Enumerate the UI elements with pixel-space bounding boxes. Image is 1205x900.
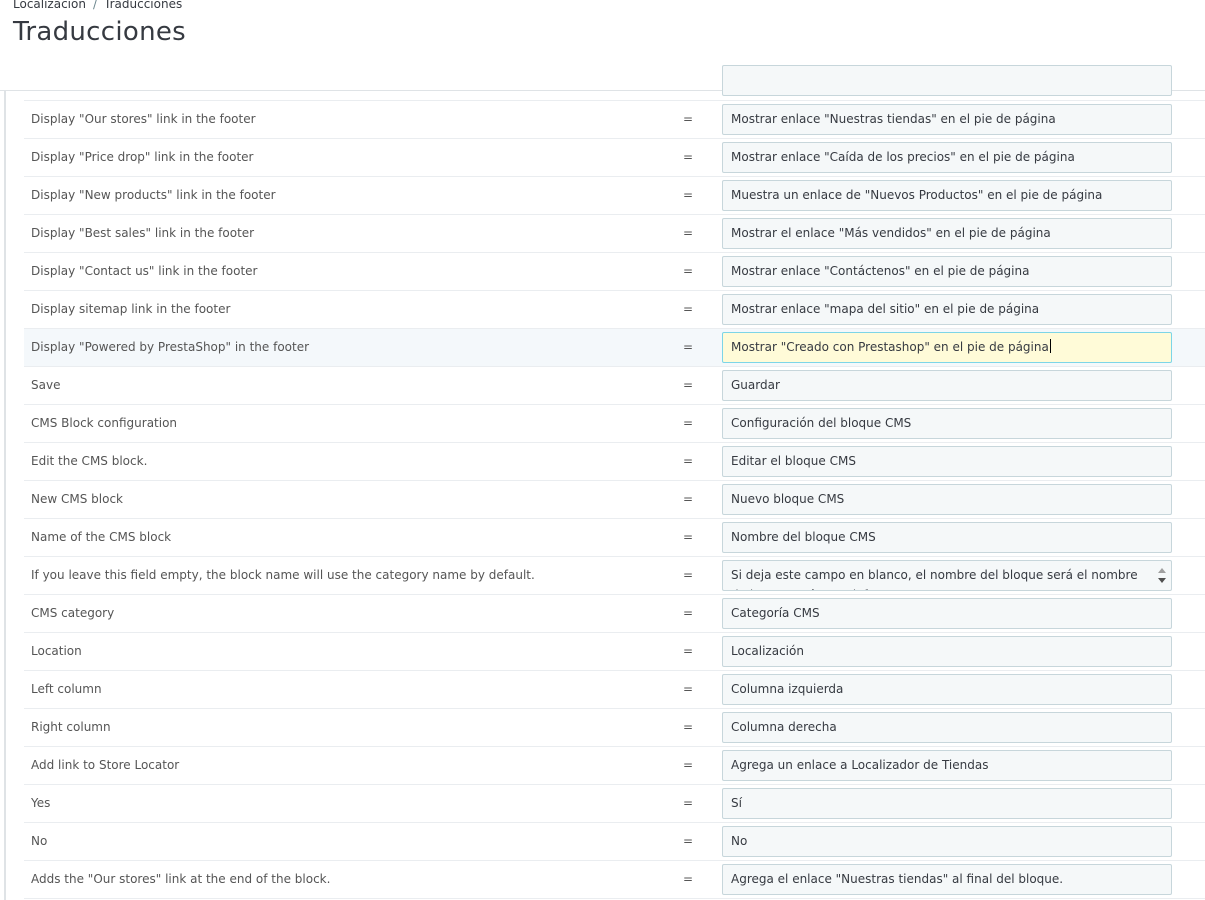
equals-sign: = [683, 378, 694, 392]
translation-row: CMS Block configuration = Configuración … [24, 405, 1205, 443]
breadcrumb-item-localization[interactable]: Localización [13, 0, 86, 11]
source-string: Display "New products" link in the foote… [31, 188, 276, 202]
translation-input[interactable]: Muestra un enlace de "Nuevos Productos" … [722, 180, 1172, 211]
translation-input[interactable]: Columna izquierda [722, 674, 1172, 705]
source-string: Display "Our stores" link in the footer [31, 112, 256, 126]
translation-row: Display "Best sales" link in the footer … [24, 215, 1205, 253]
translation-row [24, 65, 1205, 101]
scroll-down-arrow-icon[interactable] [1158, 578, 1166, 583]
translation-row: Display "Our stores" link in the footer … [24, 101, 1205, 139]
source-string: Display "Price drop" link in the footer [31, 150, 254, 164]
translation-row: Location = Localización [24, 633, 1205, 671]
translation-textarea-value: Si deja este campo en blanco, el nombre … [731, 568, 1138, 590]
equals-sign: = [683, 340, 694, 354]
equals-sign: = [683, 264, 694, 278]
translation-row-active: Display "Powered by PrestaShop" in the f… [24, 329, 1205, 367]
equals-sign: = [683, 834, 694, 848]
source-string: CMS category [31, 606, 115, 620]
source-string: Left column [31, 682, 102, 696]
equals-sign: = [683, 188, 694, 202]
source-string: Right column [31, 720, 111, 734]
source-string: New CMS block [31, 492, 123, 506]
equals-sign: = [683, 796, 694, 810]
source-string: Display "Powered by PrestaShop" in the f… [31, 340, 310, 354]
translation-input[interactable]: Localización [722, 636, 1172, 667]
translation-input[interactable]: Agrega el enlace "Nuestras tiendas" al f… [722, 864, 1172, 895]
equals-sign: = [683, 682, 694, 696]
translation-input-value: Mostrar "Creado con Prestashop" en el pi… [731, 340, 1049, 354]
translation-row: Yes = Sí [24, 785, 1205, 823]
translation-input[interactable]: Columna derecha [722, 712, 1172, 743]
translation-input-focused[interactable]: Mostrar "Creado con Prestashop" en el pi… [722, 332, 1172, 363]
equals-sign: = [683, 644, 694, 658]
panel-left-border [4, 91, 6, 900]
translation-row: Right column = Columna derecha [24, 709, 1205, 747]
equals-sign: = [683, 568, 694, 582]
equals-sign: = [683, 530, 694, 544]
translations-table: Display "Our stores" link in the footer … [24, 65, 1205, 899]
translation-row: New CMS block = Nuevo bloque CMS [24, 481, 1205, 519]
source-string: Edit the CMS block. [31, 454, 148, 468]
source-string: Save [31, 378, 61, 392]
translation-row: No = No [24, 823, 1205, 861]
page-title: Traducciones [13, 17, 187, 47]
translation-row: Edit the CMS block. = Editar el bloque C… [24, 443, 1205, 481]
source-string: Display sitemap link in the footer [31, 302, 231, 316]
source-string: Name of the CMS block [31, 530, 172, 544]
equals-sign: = [683, 454, 694, 468]
translation-input[interactable]: Agrega un enlace a Localizador de Tienda… [722, 750, 1172, 781]
translation-row: Left column = Columna izquierda [24, 671, 1205, 709]
translation-row: Display sitemap link in the footer = Mos… [24, 291, 1205, 329]
translation-input[interactable]: Nombre del bloque CMS [722, 522, 1172, 553]
source-string: No [31, 834, 48, 848]
source-string: CMS Block configuration [31, 416, 178, 430]
translation-input[interactable]: Mostrar enlace "Caída de los precios" en… [722, 142, 1172, 173]
translation-row: Save = Guardar [24, 367, 1205, 405]
translation-row: Adds the "Our stores" link at the end of… [24, 861, 1205, 899]
source-string: Yes [31, 796, 51, 810]
breadcrumb-separator: / [92, 0, 98, 11]
translation-row: Add link to Store Locator = Agrega un en… [24, 747, 1205, 785]
equals-sign: = [683, 226, 694, 240]
translation-row: Name of the CMS block = Nombre del bloqu… [24, 519, 1205, 557]
equals-sign: = [683, 606, 694, 620]
translation-input[interactable] [722, 65, 1172, 96]
translation-input[interactable]: Mostrar enlace "Contáctenos" en el pie d… [722, 256, 1172, 287]
equals-sign: = [683, 150, 694, 164]
translation-textarea[interactable]: Si deja este campo en blanco, el nombre … [722, 560, 1172, 591]
equals-sign: = [683, 492, 694, 506]
translation-input[interactable]: Sí [722, 788, 1172, 819]
source-string: Location [31, 644, 82, 658]
breadcrumb: Localización / Traducciones [13, 0, 182, 11]
translation-input[interactable]: No [722, 826, 1172, 857]
translation-row: Display "Price drop" link in the footer … [24, 139, 1205, 177]
source-string: Display "Contact us" link in the footer [31, 264, 258, 278]
breadcrumb-item-translations[interactable]: Traducciones [104, 0, 182, 11]
translation-row: Display "New products" link in the foote… [24, 177, 1205, 215]
translation-row: CMS category = Categoría CMS [24, 595, 1205, 633]
translation-row: Display "Contact us" link in the footer … [24, 253, 1205, 291]
source-string: Display "Best sales" link in the footer [31, 226, 255, 240]
translation-input[interactable]: Mostrar enlace "Nuestras tiendas" en el … [722, 104, 1172, 135]
textarea-scrollbar[interactable] [1155, 564, 1169, 588]
translation-input[interactable]: Editar el bloque CMS [722, 446, 1172, 477]
translation-input[interactable]: Configuración del bloque CMS [722, 408, 1172, 439]
equals-sign: = [683, 112, 694, 126]
source-string: Adds the "Our stores" link at the end of… [31, 872, 331, 886]
equals-sign: = [683, 872, 694, 886]
translation-row: If you leave this field empty, the block… [24, 557, 1205, 595]
equals-sign: = [683, 302, 694, 316]
equals-sign: = [683, 416, 694, 430]
equals-sign: = [683, 758, 694, 772]
equals-sign: = [683, 720, 694, 734]
translation-input[interactable]: Mostrar el enlace "Más vendidos" en el p… [722, 218, 1172, 249]
translation-input[interactable]: Nuevo bloque CMS [722, 484, 1172, 515]
text-caret [1049, 339, 1051, 353]
translation-input[interactable]: Mostrar enlace "mapa del sitio" en el pi… [722, 294, 1172, 325]
source-string: If you leave this field empty, the block… [31, 568, 535, 582]
source-string: Add link to Store Locator [31, 758, 180, 772]
translation-input[interactable]: Guardar [722, 370, 1172, 401]
translation-input[interactable]: Categoría CMS [722, 598, 1172, 629]
scroll-up-arrow-icon[interactable] [1158, 568, 1166, 573]
